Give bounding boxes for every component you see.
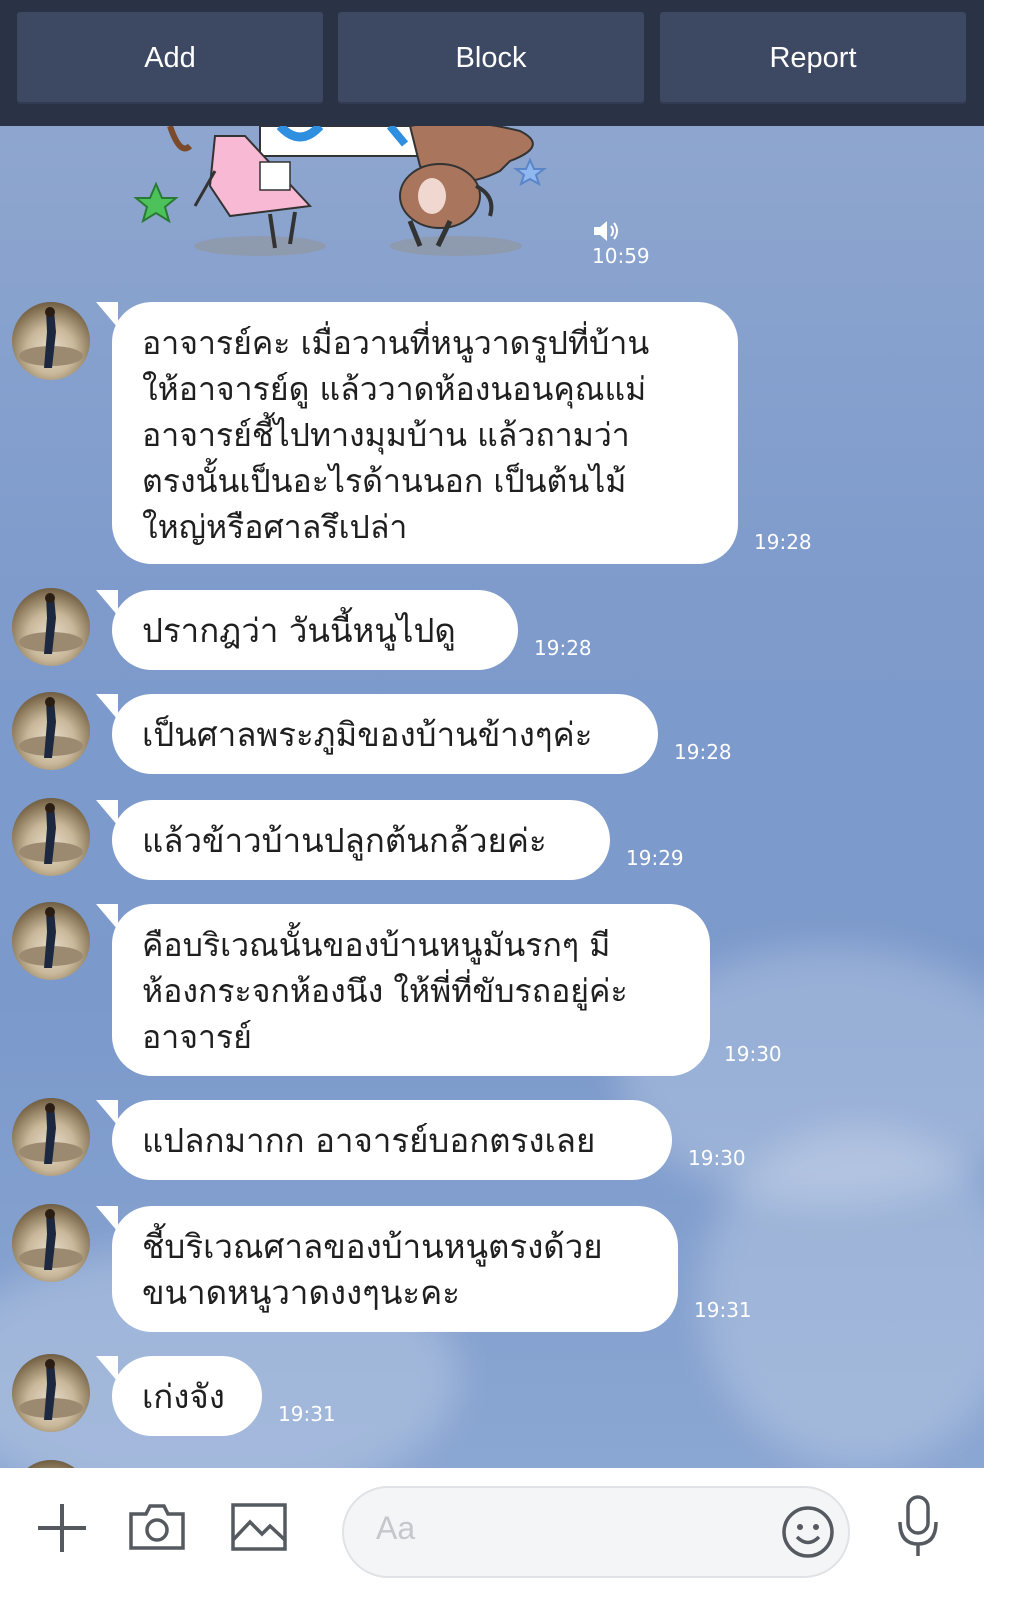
message-time: 19:30 [688,1146,746,1170]
scroll-edge [984,0,1014,1615]
camera-icon[interactable] [128,1502,186,1552]
message-time: 19:30 [724,1042,782,1066]
message-time: 19:29 [626,846,684,870]
message-bubble[interactable]: เก่งจัง [96,1356,262,1436]
avatar[interactable] [12,798,90,876]
block-button[interactable]: Block [338,12,644,104]
sticker-image[interactable] [120,126,590,266]
message-time: 19:28 [754,530,812,554]
message-time: 19:28 [674,740,732,764]
message-time: 10:59 [592,244,650,268]
report-button[interactable]: Report [660,12,966,104]
avatar[interactable] [12,1354,90,1432]
image-icon[interactable] [230,1502,288,1552]
message-input-placeholder: Aa [376,1510,416,1546]
message-input[interactable]: Aa [342,1486,850,1578]
avatar[interactable] [12,1098,90,1176]
message-bubble[interactable]: ปรากฎว่า วันนี้หนูไปดู [96,590,518,670]
message-bubble[interactable]: แปลกมากก อาจารย์บอกตรงเลย [96,1100,672,1180]
avatar[interactable] [12,692,90,770]
avatar[interactable] [12,302,90,380]
message-bubble[interactable]: อาจารย์คะ เมื่อวานที่หนูวาดรูปที่บ้าน ให… [96,302,738,564]
plus-icon[interactable] [34,1500,90,1556]
avatar[interactable] [12,902,90,980]
message-time: 19:28 [534,636,592,660]
avatar[interactable] [12,588,90,666]
message-bubble[interactable]: คือบริเวณนั้นของบ้านหนูมันรกๆ มี ห้องกระ… [96,904,710,1076]
message-time: 19:31 [278,1402,336,1426]
add-button[interactable]: Add [17,12,323,104]
message-time: 19:31 [694,1298,752,1322]
message-composer: Aa [0,1468,984,1615]
chat-area[interactable]: 10:59 อาจารย์คะ เมื่อวานที่หนูวาดรูปที่บ… [0,126,984,1468]
microphone-icon[interactable] [892,1494,944,1560]
speaker-icon[interactable] [592,220,622,242]
message-bubble[interactable]: เป็นศาลพระภูมิของบ้านข้างๆค่ะ [96,694,658,774]
message-bubble[interactable]: แล้วข้าวบ้านปลูกต้นกล้วยค่ะ [96,800,610,880]
message-bubble[interactable]: ชี้บริเวณศาลของบ้านหนูตรงด้วย ขนาดหนูวาด… [96,1206,678,1332]
emoji-icon[interactable] [780,1504,836,1560]
avatar[interactable] [12,1204,90,1282]
top-action-bar: Add Block Report [0,0,984,126]
